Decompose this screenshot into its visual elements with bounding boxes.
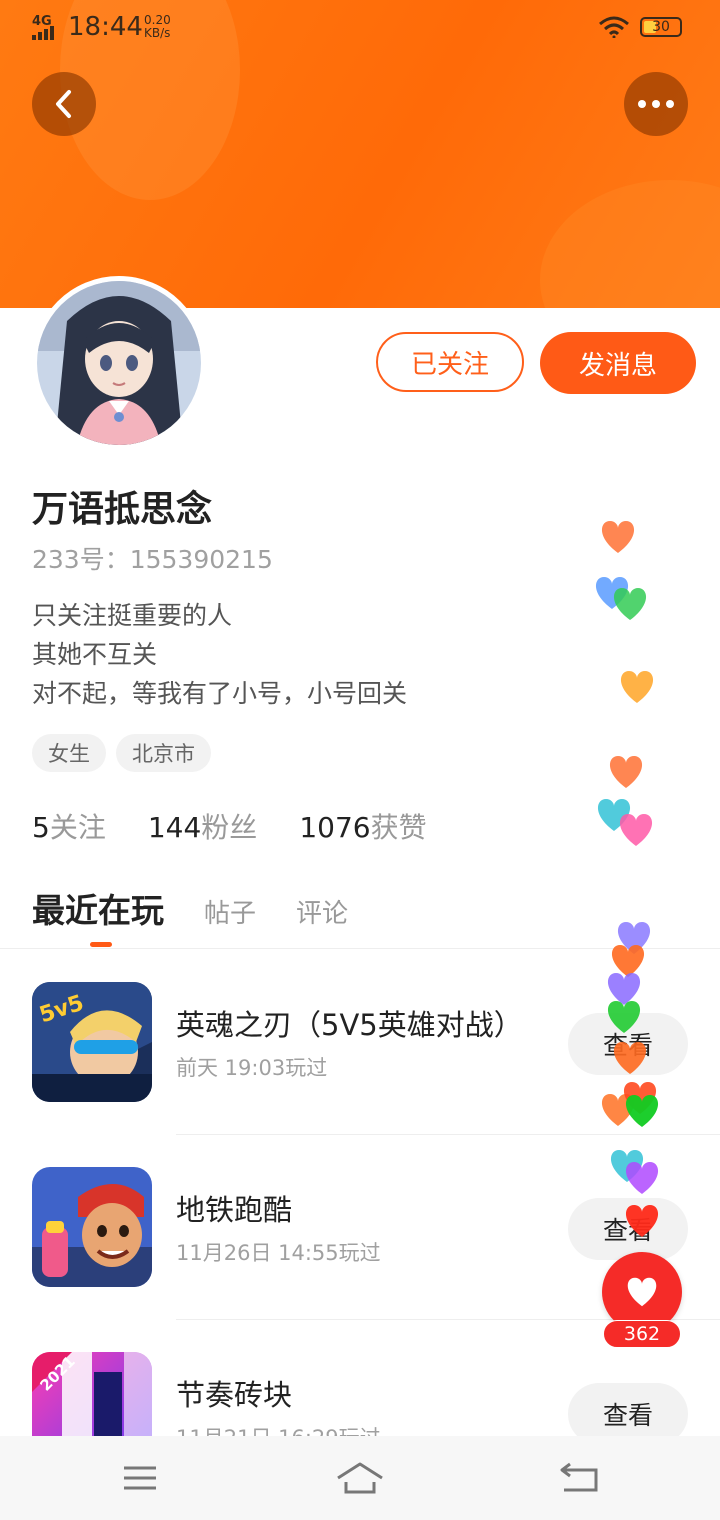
location-tag: 北京市 (116, 734, 211, 772)
send-message-button[interactable]: 发消息 (540, 332, 696, 394)
game-title: 节奏砖块 (176, 1378, 293, 1412)
gender-tag: 女生 (32, 734, 106, 772)
battery-icon: 30 (640, 17, 682, 37)
tab-comments[interactable]: 评论 (296, 893, 348, 930)
speed-unit: KB/s (144, 26, 171, 40)
user-name: 万语抵思念 (32, 489, 213, 530)
stat-number: 144 (147, 811, 202, 844)
tab-posts[interactable]: 帖子 (204, 893, 256, 930)
bio-line: 只关注挺重要的人 (32, 601, 233, 630)
stat-number: 1076 (299, 811, 371, 844)
tab-recently-played[interactable]: 最近在玩 (32, 884, 164, 947)
game-title: 英魂之刃（5V5英雄对战） (176, 1008, 523, 1042)
heart-icon (601, 521, 635, 553)
heart-icon (627, 1277, 657, 1307)
view-button[interactable]: 查看 (568, 1013, 688, 1075)
active-tab-indicator (90, 942, 112, 947)
stat-label: 关注 (49, 811, 106, 844)
like-count: 362 (603, 1320, 681, 1348)
stat-following[interactable]: 5关注 (32, 806, 106, 846)
back-nav-button[interactable] (558, 1460, 602, 1496)
stat-fans[interactable]: 144粉丝 (148, 806, 257, 846)
view-button[interactable]: 查看 (568, 1198, 688, 1260)
user-stats: 5关注 144粉丝 1076获赞 (32, 806, 427, 846)
heart-icon (597, 799, 631, 831)
avatar-frame[interactable] (32, 276, 206, 450)
battery-level: 30 (652, 19, 670, 35)
game-icon (32, 1167, 152, 1287)
user-id: 233号：155390215 (32, 545, 273, 574)
last-played: 前天 19:03玩过 (176, 1056, 328, 1080)
clock: 18:44 (68, 12, 143, 42)
banner-decoration (540, 180, 720, 308)
menu-button[interactable] (120, 1462, 160, 1494)
status-bar: 4G 18:44 0.20 KB/s 30 (0, 0, 720, 56)
heart-icon (620, 671, 654, 703)
return-icon (560, 1462, 598, 1492)
heart-icon (613, 588, 647, 620)
game-title: 地铁跑酷 (176, 1193, 293, 1227)
following-button[interactable]: 已关注 (376, 332, 524, 392)
user-bio: 只关注挺重要的人 其她不互关 对不起，等我有了小号，小号回关 (32, 596, 407, 713)
chevron-left-icon (56, 90, 71, 118)
profile-tabs: 最近在玩 帖子 评论 (32, 884, 348, 947)
heart-icon (609, 756, 643, 788)
avatar-illustration (37, 281, 201, 445)
divider (0, 948, 720, 949)
heart-icon (619, 814, 653, 846)
wifi-icon (599, 16, 629, 38)
more-button[interactable] (624, 72, 688, 136)
menu-icon (124, 1466, 156, 1490)
more-dots-icon (638, 100, 674, 108)
stat-label: 粉丝 (201, 811, 258, 844)
avatar[interactable] (37, 281, 201, 445)
user-tags: 女生 北京市 (32, 734, 211, 772)
back-button[interactable] (32, 72, 96, 136)
stat-label: 获赞 (370, 811, 427, 844)
game-list-item[interactable]: 5v5 英魂之刃（5V5英雄对战） 前天 19:03玩过 查看 (0, 950, 720, 1135)
home-icon (337, 1462, 383, 1494)
system-nav-bar (0, 1436, 720, 1520)
game-icon: 5v5 (32, 982, 152, 1102)
stat-number: 5 (32, 811, 50, 844)
bio-line: 其她不互关 (32, 640, 158, 669)
network-speed: 0.20 KB/s (144, 14, 171, 40)
home-button[interactable] (334, 1458, 386, 1498)
stat-likes: 1076获赞 (299, 806, 426, 846)
last-played: 11月26日 14:55玩过 (176, 1241, 381, 1265)
heart-icon (595, 577, 629, 609)
signal-icon (32, 26, 54, 40)
bio-line: 对不起，等我有了小号，小号回关 (32, 679, 408, 708)
